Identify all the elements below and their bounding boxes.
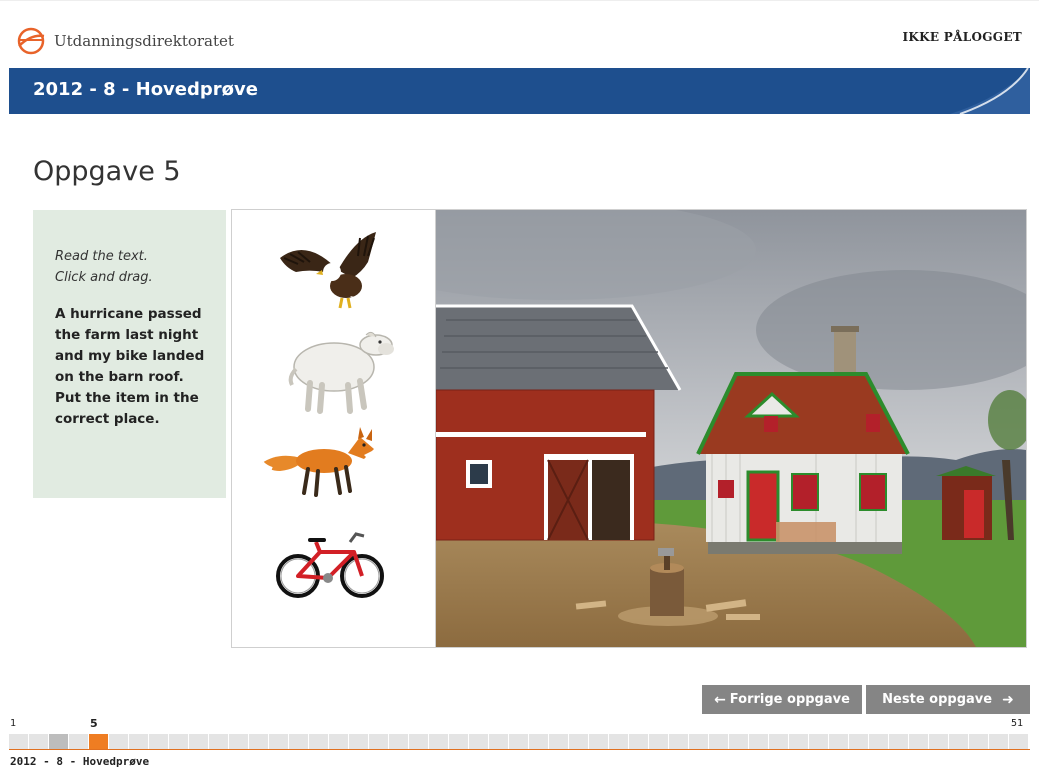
task-text: A hurricane passed the farm last night a…: [55, 306, 205, 427]
progress-segment-3[interactable]: [49, 734, 69, 749]
progress-segment-47[interactable]: [929, 734, 949, 749]
site-logo[interactable]: Utdanningsdirektoratet: [16, 26, 234, 56]
progress-segment-4[interactable]: [69, 734, 89, 749]
progress-segment-45[interactable]: [889, 734, 909, 749]
progress-current-label: 5: [90, 717, 98, 730]
prev-question-label: Forrige oppgave: [729, 692, 850, 707]
instruction-read: Read the text.: [55, 249, 148, 264]
task-area: [231, 209, 1027, 648]
logo-text: Utdanningsdirektoratet: [54, 32, 234, 50]
barn: [436, 304, 682, 541]
progress-segment-25[interactable]: [489, 734, 509, 749]
progress-segment-42[interactable]: [829, 734, 849, 749]
progress-segment-28[interactable]: [549, 734, 569, 749]
progress-segment-39[interactable]: [769, 734, 789, 749]
progress-segment-33[interactable]: [649, 734, 669, 749]
bicycle-icon[interactable]: [276, 528, 386, 602]
next-question-label: Neste oppgave: [882, 692, 993, 707]
banner-swoosh: [950, 68, 1030, 114]
progress-segment-21[interactable]: [409, 734, 429, 749]
progress-segment-43[interactable]: [849, 734, 869, 749]
progress-segment-36[interactable]: [709, 734, 729, 749]
progress-segment-35[interactable]: [689, 734, 709, 749]
progress-segment-5[interactable]: [89, 734, 109, 749]
progress-segment-30[interactable]: [589, 734, 609, 749]
progress-segment-16[interactable]: [309, 734, 329, 749]
progress-segment-37[interactable]: [729, 734, 749, 749]
progress-segment-14[interactable]: [269, 734, 289, 749]
progress-segment-13[interactable]: [249, 734, 269, 749]
progress-segment-40[interactable]: [789, 734, 809, 749]
progress-segment-31[interactable]: [609, 734, 629, 749]
progress-segment-7[interactable]: [129, 734, 149, 749]
arrow-left-icon: ←: [714, 691, 726, 708]
question-progress-bar: [9, 734, 1030, 750]
sheep-icon[interactable]: [280, 323, 398, 415]
instructions-panel: Read the text. Click and drag. A hurrica…: [33, 210, 226, 498]
progress-segment-41[interactable]: [809, 734, 829, 749]
farm-scene[interactable]: [436, 210, 1026, 647]
udir-logo-icon: [17, 27, 45, 55]
test-title: 2012 - 8 - Hovedprøve: [33, 79, 258, 100]
outhouse: [936, 466, 996, 540]
progress-segment-49[interactable]: [969, 734, 989, 749]
next-question-button[interactable]: Neste oppgave ➜: [866, 685, 1030, 714]
progress-segment-44[interactable]: [869, 734, 889, 749]
progress-segment-50[interactable]: [989, 734, 1009, 749]
progress-segment-38[interactable]: [749, 734, 769, 749]
instruction-drag: Click and drag.: [55, 270, 153, 285]
progress-segment-15[interactable]: [289, 734, 309, 749]
top-border: [0, 0, 1039, 6]
progress-segment-29[interactable]: [569, 734, 589, 749]
progress-first-label: 1: [10, 718, 17, 729]
progress-segment-46[interactable]: [909, 734, 929, 749]
progress-segment-23[interactable]: [449, 734, 469, 749]
progress-segment-10[interactable]: [189, 734, 209, 749]
progress-segment-48[interactable]: [949, 734, 969, 749]
test-banner: 2012 - 8 - Hovedprøve: [9, 68, 1030, 114]
progress-segment-17[interactable]: [329, 734, 349, 749]
progress-segment-18[interactable]: [349, 734, 369, 749]
task-heading: Oppgave 5: [33, 156, 181, 187]
drag-items-column: [232, 210, 436, 647]
arrow-right-icon: ➜: [1002, 691, 1014, 708]
progress-segment-11[interactable]: [209, 734, 229, 749]
footer-test-title: 2012 - 8 - Hovedprøve: [10, 755, 150, 768]
eagle-icon[interactable]: [276, 228, 388, 318]
prev-question-button[interactable]: ← Forrige oppgave: [702, 685, 862, 714]
fox-icon[interactable]: [260, 425, 380, 499]
progress-segment-12[interactable]: [229, 734, 249, 749]
progress-segment-26[interactable]: [509, 734, 529, 749]
progress-segment-24[interactable]: [469, 734, 489, 749]
progress-segment-1[interactable]: [9, 734, 29, 749]
progress-segment-32[interactable]: [629, 734, 649, 749]
progress-segment-6[interactable]: [109, 734, 129, 749]
progress-segment-20[interactable]: [389, 734, 409, 749]
progress-segment-27[interactable]: [529, 734, 549, 749]
progress-segment-19[interactable]: [369, 734, 389, 749]
progress-segment-22[interactable]: [429, 734, 449, 749]
progress-last-label: 51: [1011, 718, 1024, 729]
progress-segment-9[interactable]: [169, 734, 189, 749]
progress-segment-2[interactable]: [29, 734, 49, 749]
login-status: IKKE PÅLOGGET: [902, 30, 1022, 44]
progress-segment-34[interactable]: [669, 734, 689, 749]
progress-segment-51[interactable]: [1009, 734, 1029, 749]
progress-segment-8[interactable]: [149, 734, 169, 749]
